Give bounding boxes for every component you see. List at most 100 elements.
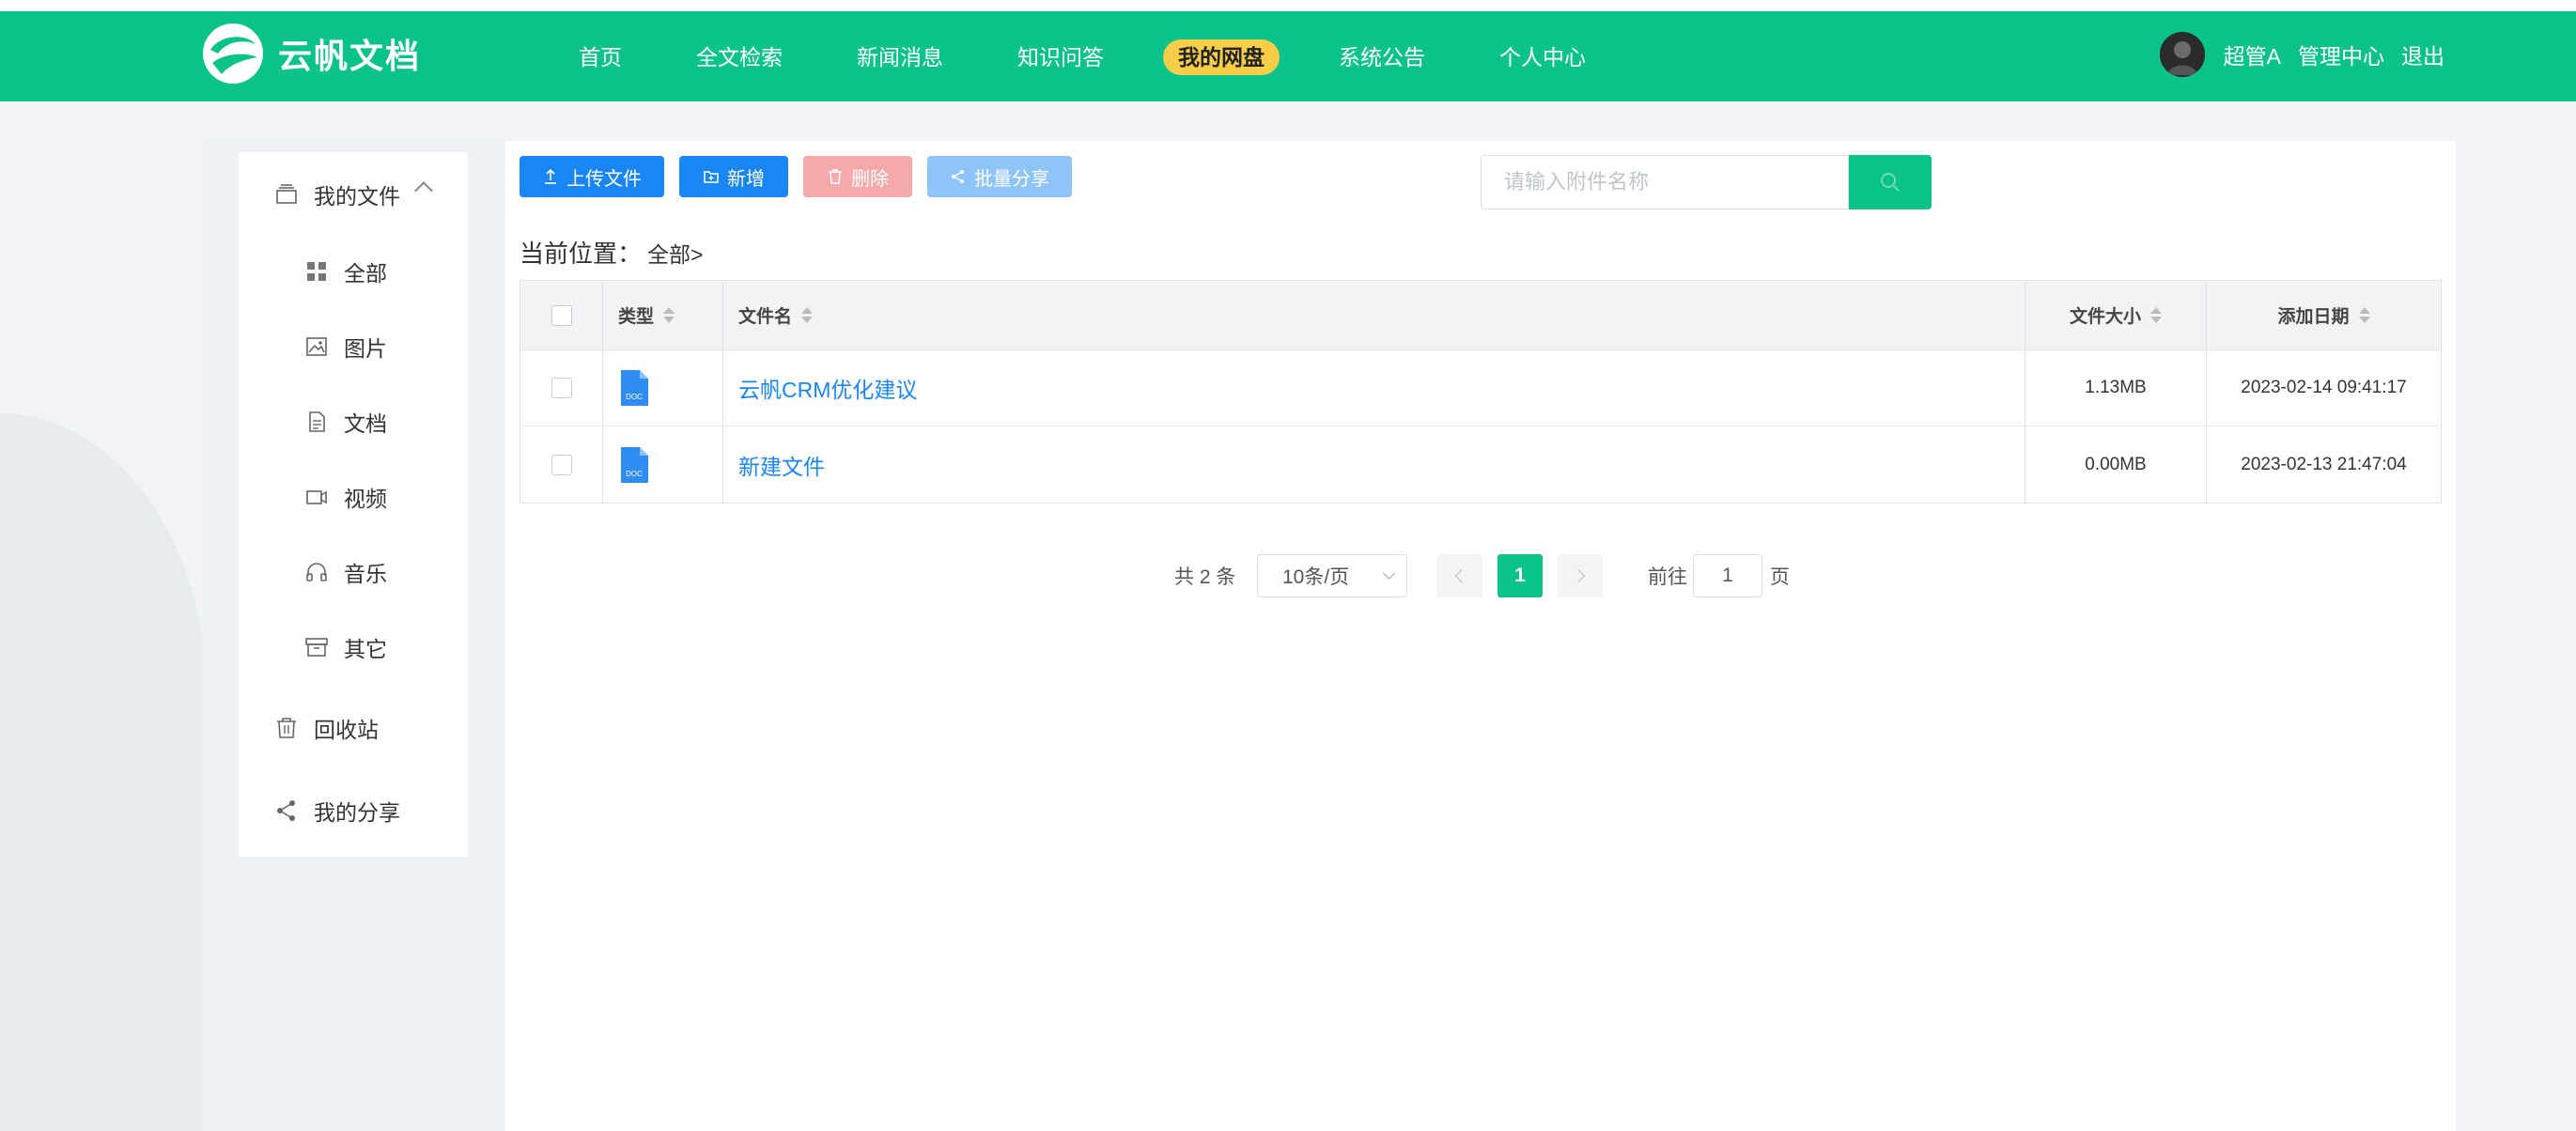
column-header-name[interactable]: 文件名 bbox=[723, 281, 2025, 349]
table-row[interactable]: DOC 云帆CRM优化建议 1.13MB 2023-02-14 09:41:17 bbox=[520, 350, 2441, 426]
sidebar-item-recycle-bin[interactable]: 回收站 bbox=[274, 712, 379, 744]
add-label: 新增 bbox=[727, 168, 765, 190]
sidebar-item-images[interactable]: 图片 bbox=[304, 331, 387, 363]
sidebar-item-label: 视频 bbox=[344, 487, 387, 511]
sidebar-item-my-files[interactable]: 我的文件 bbox=[274, 178, 400, 210]
nav-item-home[interactable]: 首页 bbox=[564, 39, 637, 75]
breadcrumb-current[interactable]: 全部> bbox=[647, 242, 703, 267]
column-header-name-label: 文件名 bbox=[738, 307, 793, 327]
sidebar-item-all[interactable]: 全部 bbox=[304, 256, 387, 287]
share-icon bbox=[277, 800, 295, 821]
file-size: 1.13MB bbox=[2025, 350, 2207, 426]
file-date: 2023-02-13 21:47:04 bbox=[2241, 454, 2407, 474]
sidebar-item-documents[interactable]: 文档 bbox=[304, 406, 387, 438]
column-header-type-label: 类型 bbox=[618, 307, 655, 327]
grid-icon bbox=[307, 262, 326, 281]
page-number-current[interactable]: 1 bbox=[1497, 554, 1543, 597]
sidebar-item-label: 其它 bbox=[344, 637, 387, 661]
background-decoration bbox=[0, 413, 207, 1131]
image-icon bbox=[306, 337, 327, 356]
sidebar-item-other[interactable]: 其它 bbox=[304, 631, 387, 663]
nav-item-profile[interactable]: 个人中心 bbox=[1484, 39, 1601, 75]
row-type-cell: DOC bbox=[603, 426, 723, 503]
column-header-size[interactable]: 文件大小 bbox=[2025, 281, 2207, 349]
sort-icon[interactable] bbox=[2357, 305, 2370, 326]
top-header: 云帆文档 首页 全文检索 新闻消息 知识问答 我的网盘 系统公告 个人中心 超管… bbox=[0, 11, 2576, 101]
batch-share-button[interactable]: 批量分享 bbox=[927, 156, 1072, 197]
goto-page-input[interactable] bbox=[1693, 554, 1762, 597]
sidebar-item-label: 文档 bbox=[344, 411, 387, 436]
chevron-right-icon bbox=[1571, 568, 1586, 583]
sidebar-item-my-share[interactable]: 我的分享 bbox=[274, 795, 400, 827]
nav-item-qa[interactable]: 知识问答 bbox=[1002, 39, 1119, 75]
sidebar: 我的文件 全部 图片 文档 视频 音乐 其它 回收站 我的分享 bbox=[239, 152, 468, 857]
doc-file-icon: DOC bbox=[621, 446, 648, 483]
nav-item-announcements[interactable]: 系统公告 bbox=[1324, 39, 1440, 75]
logout-link[interactable]: 退出 bbox=[2401, 39, 2444, 70]
breadcrumb: 当前位置： 全部> bbox=[520, 235, 703, 270]
main-nav: 首页 全文检索 新闻消息 知识问答 我的网盘 系统公告 个人中心 bbox=[564, 39, 1645, 75]
nav-item-news[interactable]: 新闻消息 bbox=[842, 39, 958, 75]
page-size-select[interactable]: 10条/页 bbox=[1257, 554, 1407, 597]
top-strip bbox=[0, 0, 2576, 11]
add-button[interactable]: 新增 bbox=[679, 156, 788, 197]
chevron-up-icon[interactable] bbox=[414, 181, 433, 200]
avatar-icon bbox=[2159, 32, 2205, 77]
row-check-cell bbox=[520, 350, 603, 426]
document-icon bbox=[309, 411, 325, 432]
folder-plus-icon bbox=[704, 171, 719, 183]
pagination: 共 2 条 10条/页 1 前往 页 bbox=[505, 552, 2456, 597]
file-date: 2023-02-14 09:41:17 bbox=[2241, 378, 2407, 397]
trash-icon bbox=[277, 718, 296, 738]
row-name-cell: 新建文件 bbox=[723, 426, 2025, 503]
goto-label: 前往 bbox=[1648, 566, 1687, 588]
file-name-link[interactable]: 新建文件 bbox=[738, 449, 825, 481]
sort-icon[interactable] bbox=[799, 305, 814, 326]
search-icon bbox=[1881, 173, 1900, 192]
attachment-search-input[interactable] bbox=[1481, 155, 1849, 209]
pagination-total: 共 2 条 bbox=[1174, 566, 1236, 588]
admin-center-link[interactable]: 管理中心 bbox=[2298, 39, 2384, 70]
header-check-cell bbox=[520, 281, 603, 349]
row-name-cell: 云帆CRM优化建议 bbox=[723, 350, 2025, 426]
logo-text: 云帆文档 bbox=[278, 37, 422, 75]
upload-icon bbox=[545, 168, 556, 184]
column-header-date[interactable]: 添加日期 bbox=[2207, 281, 2441, 349]
select-all-checkbox[interactable] bbox=[551, 304, 572, 326]
user-name[interactable]: 超管A bbox=[2224, 39, 2281, 70]
sidebar-item-label: 音乐 bbox=[344, 562, 387, 586]
column-header-type[interactable]: 类型 bbox=[603, 281, 723, 349]
sidebar-item-music[interactable]: 音乐 bbox=[304, 556, 387, 588]
breadcrumb-prefix: 当前位置： bbox=[520, 240, 643, 268]
search-button[interactable] bbox=[1849, 155, 1932, 209]
sidebar-item-videos[interactable]: 视频 bbox=[304, 481, 387, 513]
delete-button[interactable]: 删除 bbox=[803, 156, 912, 197]
logo-icon bbox=[203, 23, 263, 84]
table-header: 类型 文件名 文件大小 添加日期 bbox=[520, 281, 2441, 350]
prev-page-button[interactable] bbox=[1437, 554, 1482, 597]
file-name-link[interactable]: 云帆CRM优化建议 bbox=[738, 372, 917, 404]
nav-item-my-drive[interactable]: 我的网盘 bbox=[1163, 39, 1280, 75]
upload-file-label: 上传文件 bbox=[566, 168, 642, 190]
sort-icon[interactable] bbox=[661, 305, 675, 326]
row-checkbox[interactable] bbox=[551, 454, 572, 475]
logo[interactable]: 云帆文档 bbox=[201, 21, 421, 86]
nav-item-fulltext-search[interactable]: 全文检索 bbox=[681, 39, 798, 75]
batch-share-label: 批量分享 bbox=[974, 168, 1049, 190]
sort-icon[interactable] bbox=[2149, 305, 2162, 326]
column-header-date-label: 添加日期 bbox=[2277, 307, 2350, 327]
chevron-down-icon bbox=[1383, 567, 1395, 580]
headphones-icon bbox=[306, 563, 327, 581]
upload-file-button[interactable]: 上传文件 bbox=[520, 156, 664, 197]
avatar[interactable] bbox=[2159, 32, 2205, 77]
archive-icon bbox=[305, 638, 328, 657]
column-header-size-label: 文件大小 bbox=[2069, 307, 2141, 327]
doc-file-icon: DOC bbox=[621, 370, 648, 406]
row-checkbox[interactable] bbox=[551, 378, 572, 398]
table-row[interactable]: DOC 新建文件 0.00MB 2023-02-13 21:47:04 bbox=[520, 426, 2441, 503]
trash-icon bbox=[829, 169, 842, 184]
next-page-button[interactable] bbox=[1558, 554, 1603, 597]
page-suffix-label: 页 bbox=[1770, 566, 1790, 588]
row-check-cell bbox=[520, 426, 603, 503]
sidebar-item-label: 我的文件 bbox=[314, 184, 400, 209]
